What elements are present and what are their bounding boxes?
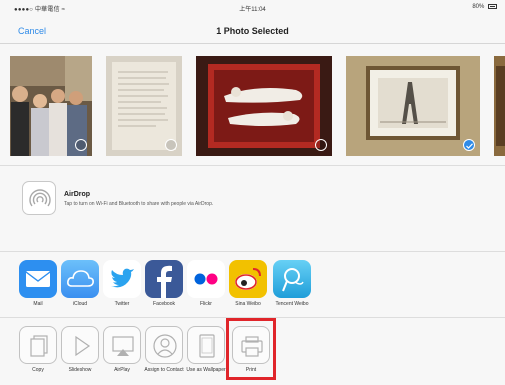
app-label: iCloud — [72, 301, 88, 307]
slideshow-icon — [61, 326, 99, 364]
select-circle[interactable] — [315, 139, 327, 151]
select-circle[interactable] — [165, 139, 177, 151]
status-time: 上午11:04 — [239, 7, 266, 13]
copy-icon — [19, 326, 57, 364]
share-flickr-button[interactable]: Flickr — [184, 260, 228, 307]
share-facebook-button[interactable]: Facebook — [142, 260, 186, 307]
assign-to-contact-button[interactable]: Assign to Contact — [142, 326, 186, 373]
use-as-wallpaper-button[interactable]: Use as Wallpaper — [184, 326, 228, 373]
status-bar: ●●●●○ 中華電信 ≈ 上午11:04 80% — [0, 0, 505, 18]
app-label: Sina Weibo — [235, 301, 261, 307]
photo-thumbnail[interactable] — [10, 56, 92, 156]
mail-icon — [19, 260, 57, 298]
app-label: Facebook — [153, 301, 175, 307]
nav-bar: Cancel 1 Photo Selected — [0, 18, 505, 44]
share-apps-row: Mail iCloud Twitter Facebook Flickr Sina… — [0, 252, 505, 318]
airdrop-row[interactable]: AirDrop Tap to turn on Wi-Fi and Bluetoo… — [0, 166, 505, 252]
wallpaper-icon — [187, 326, 225, 364]
share-tencent-weibo-button[interactable]: Tencent Weibo — [270, 260, 314, 307]
action-label: AirPlay — [114, 367, 130, 373]
tencent-weibo-icon — [273, 260, 311, 298]
airdrop-description: Tap to turn on Wi-Fi and Bluetooth to sh… — [64, 201, 214, 207]
twitter-icon — [103, 260, 141, 298]
slideshow-button[interactable]: Slideshow — [58, 326, 102, 373]
page-title: 1 Photo Selected — [216, 26, 289, 36]
photo-thumbnail[interactable] — [196, 56, 332, 156]
app-label: Mail — [33, 301, 43, 307]
action-label: Assign to Contact — [144, 367, 184, 373]
share-icloud-button[interactable]: iCloud — [58, 260, 102, 307]
copy-button[interactable]: Copy — [16, 326, 60, 373]
flickr-icon — [187, 260, 225, 298]
sina-weibo-icon — [229, 260, 267, 298]
photo-thumbnail[interactable] — [494, 56, 505, 156]
icloud-icon — [61, 260, 99, 298]
airplay-button[interactable]: AirPlay — [100, 326, 144, 373]
action-label: Use as Wallpaper — [186, 367, 226, 373]
battery-status: 80% — [472, 4, 497, 10]
action-label: Slideshow — [68, 367, 92, 373]
select-circle[interactable] — [75, 139, 87, 151]
photo-thumbnail[interactable] — [106, 56, 182, 156]
photo-strip[interactable] — [0, 44, 505, 166]
share-twitter-button[interactable]: Twitter — [100, 260, 144, 307]
app-label: Tencent Weibo — [275, 301, 309, 307]
app-label: Flickr — [200, 301, 212, 307]
battery-icon — [488, 4, 497, 9]
facebook-icon — [145, 260, 183, 298]
contact-icon — [145, 326, 183, 364]
action-label: Copy — [32, 367, 44, 373]
share-sina-weibo-button[interactable]: Sina Weibo — [226, 260, 270, 307]
app-label: Twitter — [114, 301, 130, 307]
airdrop-icon[interactable] — [22, 181, 56, 215]
photo-thumbnail-selected[interactable] — [346, 56, 480, 156]
airdrop-title: AirDrop — [64, 191, 91, 198]
selected-checkmark-icon[interactable] — [463, 139, 475, 151]
print-highlight-box — [226, 318, 276, 380]
share-mail-button[interactable]: Mail — [16, 260, 60, 307]
battery-percent: 80% — [472, 4, 485, 10]
airplay-icon — [103, 326, 141, 364]
